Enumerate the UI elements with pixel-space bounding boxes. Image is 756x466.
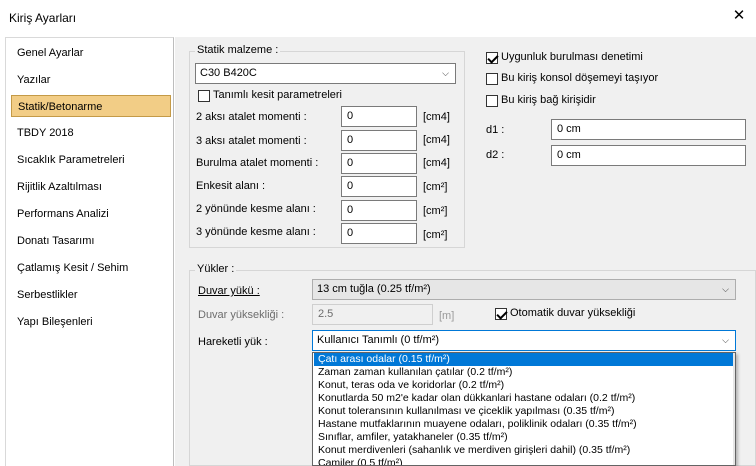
tanimli-kesit-label: Tanımlı kesit parametreleri (213, 89, 342, 101)
sidebar-item-yapi-bilesenleri[interactable]: Yapı Bileşenleri (11, 311, 171, 333)
enkesit-unit: [cm²] (423, 181, 448, 193)
tanimli-kesit-checkbox[interactable] (198, 90, 210, 102)
uygunluk-checkbox[interactable] (486, 52, 498, 64)
sidebar-item-tbdy-2018[interactable]: TBDY 2018 (11, 122, 171, 144)
chevron-down-icon: ⌵ (442, 68, 449, 78)
hareketli-yuk-label: Hareketli yük : (198, 336, 268, 348)
dropdown-option-0[interactable]: Çatı arası odalar (0.15 tf/m²) (314, 353, 734, 366)
dropdown-option-1[interactable]: Zaman zaman kullanılan çatılar (0.2 tf/m… (314, 366, 734, 379)
duvar-yuku-value: 13 cm tuğla (0.25 tf/m²) (317, 283, 431, 295)
dropdown-option-5[interactable]: Hastane mutfaklarının muayene odaları, p… (314, 418, 734, 431)
uygunluk-label: Uygunluk burulması denetimi (501, 51, 643, 63)
d1-input[interactable]: 0 cm (551, 119, 746, 140)
dropdown-option-7[interactable]: Konut merdivenleri (sahanlık ve merdiven… (314, 444, 734, 457)
kesme-2-unit: [cm²] (423, 205, 448, 217)
title-bar (0, 0, 756, 34)
sidebar-item-rijitlik-azaltilmasi[interactable]: Rijitlik Azaltılması (11, 176, 171, 198)
hareketli-yuk-value: Kullanıcı Tanımlı (0 tf/m²) (317, 334, 440, 346)
kesme-3-input[interactable]: 0 (341, 223, 417, 244)
enkesit-label: Enkesit alanı : (196, 180, 266, 192)
bag-kirisi-checkbox[interactable] (486, 95, 498, 107)
material-select-value: C30 B420C (200, 67, 257, 79)
atalet-3-unit: [cm4] (423, 134, 450, 146)
kesme-2-input[interactable]: 0 (341, 200, 417, 221)
duvar-yuksekligi-label: Duvar yüksekliği : (198, 309, 285, 321)
sidebar-item-yazilar[interactable]: Yazılar (11, 69, 171, 91)
d2-input[interactable]: 0 cm (551, 145, 746, 166)
window-title: Kiriş Ayarları (9, 11, 77, 25)
atalet-3-input[interactable]: 0 (341, 130, 417, 151)
dropdown-option-6[interactable]: Sınıflar, amfiler, yatakhaneler (0.35 tf… (314, 431, 734, 444)
hareketli-yuk-select[interactable]: Kullanıcı Tanımlı (0 tf/m²) ⌵ (312, 330, 736, 351)
dropdown-option-2[interactable]: Konut, teras oda ve koridorlar (0.2 tf/m… (314, 379, 734, 392)
statik-malzeme-label: Statik malzeme : (195, 44, 281, 56)
burulma-unit: [cm4] (423, 157, 450, 169)
enkesit-input[interactable]: 0 (341, 176, 417, 197)
sidebar-item-serbestlikler[interactable]: Serbestlikler (11, 284, 171, 306)
kesme-2-label: 2 yönünde kesme alanı : (196, 203, 316, 215)
d2-label: d2 : (486, 149, 505, 161)
sidebar-item-statik-betonarme[interactable]: Statik/Betonarme (11, 95, 171, 117)
sidebar-item-performans-analizi[interactable]: Performans Analizi (11, 203, 171, 225)
duvar-yuksekligi-input[interactable]: 2.5 (312, 304, 433, 325)
d1-label: d1 : (486, 124, 505, 136)
dropdown-option-3[interactable]: Konutlarda 50 m2'e kadar olan dükkanlari… (314, 392, 734, 405)
bag-kirisi-label: Bu kiriş bağ kirişidir (501, 94, 596, 106)
dropdown-scrollbar[interactable] (733, 353, 735, 465)
burulma-input[interactable]: 0 (341, 153, 417, 174)
close-icon[interactable]: ✕ (728, 8, 750, 26)
atalet-2-unit: [cm4] (423, 111, 450, 123)
sidebar-item-genel-ayarlar[interactable]: Genel Ayarlar (11, 42, 171, 64)
chevron-down-icon: ⌵ (722, 335, 729, 345)
duvar-yuksekligi-unit: [m] (439, 310, 455, 322)
atalet-3-label: 3 aksı atalet momenti : (196, 135, 307, 147)
material-select[interactable]: C30 B420C ⌵ (195, 63, 456, 84)
atalet-2-label: 2 aksı atalet momenti : (196, 111, 307, 123)
dropdown-option-8[interactable]: Camiler (0.5 tf/m²) (314, 457, 734, 465)
konsol-checkbox[interactable] (486, 73, 498, 85)
dropdown-option-4[interactable]: Konut toleransının kullanılması ve çicek… (314, 405, 734, 418)
sidebar-item-sicaklik-parametreleri[interactable]: Sıcaklık Parametreleri (11, 149, 171, 171)
hareketli-yuk-dropdown-list: Çatı arası odalar (0.15 tf/m²) Zaman zam… (312, 352, 736, 466)
duvar-yuku-label: Duvar yükü : (198, 285, 260, 297)
duvar-yuku-select[interactable]: 13 cm tuğla (0.25 tf/m²) ⌵ (312, 279, 736, 300)
sidebar-item-catlamis-kesit[interactable]: Çatlamış Kesit / Sehim (11, 257, 171, 279)
atalet-2-input[interactable]: 0 (341, 106, 417, 127)
otomatik-duvar-label: Otomatik duvar yüksekliği (510, 307, 636, 319)
sidebar-item-donati-tasarimi[interactable]: Donatı Tasarımı (11, 230, 171, 252)
kesme-3-label: 3 yönünde kesme alanı : (196, 226, 316, 238)
yukler-label: Yükler : (195, 263, 237, 275)
otomatik-duvar-checkbox[interactable] (495, 308, 507, 320)
sidebar: Genel Ayarlar Yazılar Statik/Betonarme T… (5, 37, 174, 466)
kesme-3-unit: [cm²] (423, 229, 448, 241)
chevron-down-icon: ⌵ (722, 284, 729, 294)
konsol-label: Bu kiriş konsol döşemeyi taşıyor (501, 72, 659, 84)
burulma-label: Burulma atalet momenti : (196, 157, 319, 169)
